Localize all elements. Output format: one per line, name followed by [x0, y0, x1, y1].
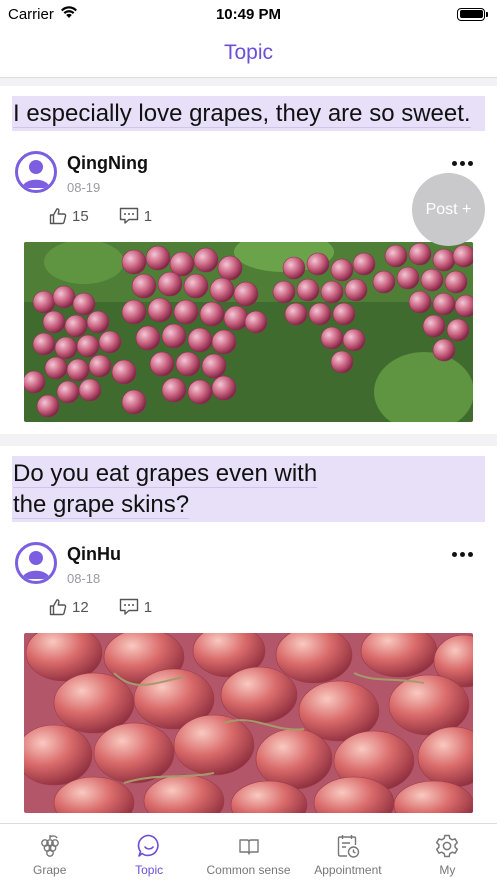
- comment-button[interactable]: 1: [119, 598, 152, 616]
- more-options-icon[interactable]: [448, 157, 477, 170]
- post-card[interactable]: I especially love grapes, they are so sw…: [0, 86, 497, 434]
- avatar[interactable]: [15, 151, 57, 193]
- grape-bunch-image: [24, 242, 473, 422]
- like-button[interactable]: 15: [49, 207, 89, 225]
- post-title: Do you eat grapes even with the grape sk…: [12, 456, 485, 522]
- tab-label: Appointment: [314, 863, 382, 877]
- topic-screen: Carrier 10:49 PM Topic I especially love…: [0, 0, 497, 883]
- grape-icon: [40, 835, 59, 857]
- avatar[interactable]: [15, 542, 57, 584]
- author-name[interactable]: QinHu: [67, 544, 121, 565]
- post-title: I especially love grapes, they are so sw…: [12, 96, 485, 131]
- thumbs-up-icon: [49, 599, 67, 616]
- tab-topic[interactable]: Topic: [99, 824, 198, 883]
- comment-button[interactable]: 1: [119, 207, 152, 225]
- author-info: QingNing 08-19: [67, 151, 148, 195]
- author-row: QingNing 08-19: [12, 151, 485, 195]
- gear-icon: [436, 834, 459, 858]
- nav-bar: Topic: [0, 28, 497, 78]
- more-options-icon[interactable]: [448, 548, 477, 561]
- battery-icon: [457, 7, 488, 21]
- tab-label: Common sense: [206, 863, 291, 877]
- tab-my[interactable]: My: [398, 824, 497, 883]
- post-image[interactable]: [24, 242, 473, 422]
- like-button[interactable]: 12: [49, 598, 89, 616]
- calendar-clock-icon: [337, 835, 360, 858]
- post-card[interactable]: Do you eat grapes even with the grape sk…: [0, 446, 497, 823]
- comment-count: 1: [143, 598, 153, 616]
- chat-bubble-icon: [137, 834, 159, 857]
- tab-bar: Grape Topic Common sense Appointment My: [0, 823, 497, 883]
- tab-label: My: [439, 863, 456, 877]
- post-button[interactable]: Post +: [412, 173, 485, 246]
- author-name[interactable]: QingNing: [67, 153, 148, 174]
- post-image[interactable]: [24, 633, 473, 813]
- status-left: Carrier: [8, 5, 78, 23]
- post-date: 08-19: [67, 180, 101, 195]
- author-info: QinHu 08-18: [67, 542, 121, 586]
- page-title: Topic: [223, 40, 274, 64]
- tab-label: Grape: [33, 863, 67, 877]
- carrier-label: Carrier: [8, 5, 54, 23]
- stats-row: 12 1: [12, 598, 485, 616]
- book-icon: [238, 839, 259, 855]
- comment-icon: [119, 598, 138, 615]
- author-row: QinHu 08-18: [12, 542, 485, 586]
- grape-closeup-image: [24, 633, 473, 813]
- tab-grape[interactable]: Grape: [0, 824, 99, 883]
- tab-common-sense[interactable]: Common sense: [199, 824, 298, 883]
- user-icon: [22, 160, 50, 188]
- status-bar: Carrier 10:49 PM: [0, 0, 497, 28]
- comment-count: 1: [143, 207, 153, 225]
- user-icon: [22, 551, 50, 579]
- thumbs-up-icon: [49, 208, 67, 225]
- like-count: 15: [72, 207, 89, 225]
- tab-appointment[interactable]: Appointment: [298, 824, 397, 883]
- tab-label: Topic: [135, 863, 164, 877]
- wifi-icon: [60, 5, 78, 23]
- post-date: 08-18: [67, 571, 101, 586]
- comment-icon: [119, 207, 138, 224]
- like-count: 12: [72, 598, 89, 616]
